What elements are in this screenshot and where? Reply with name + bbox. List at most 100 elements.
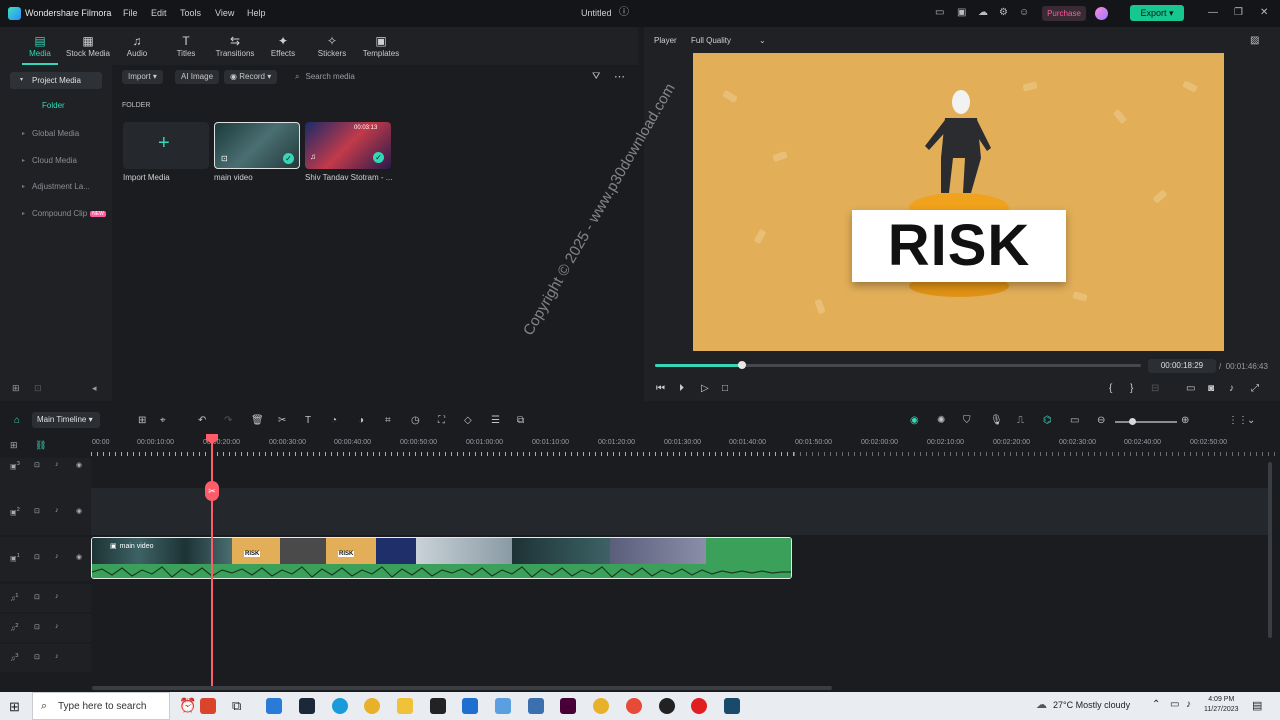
video-preview[interactable]: RISK <box>693 53 1224 351</box>
sidebar-item-cloud-media[interactable]: Cloud Media <box>32 156 77 165</box>
mark-in-icon[interactable]: { <box>1109 383 1112 394</box>
select-tool-icon[interactable]: ⌖ <box>160 415 166 426</box>
play-reverse-icon[interactable]: ⏵ <box>679 383 684 394</box>
snapshot-view-icon[interactable]: ▨ <box>1250 35 1259 46</box>
settings-icon[interactable]: ⚙ <box>999 7 1011 19</box>
store-app-icon[interactable] <box>462 698 478 714</box>
import-media-tile[interactable]: + <box>123 122 209 169</box>
menu-help[interactable]: Help <box>247 8 266 18</box>
steam-app-icon[interactable] <box>299 698 315 714</box>
network-app-icon[interactable] <box>528 698 544 714</box>
display-icon[interactable]: ▭ <box>1186 383 1195 394</box>
mute-icon[interactable]: ♪ <box>55 461 59 468</box>
sidebar-item-folder[interactable]: Folder <box>42 101 65 110</box>
quality-dropdown[interactable]: Full Quality ⌄ <box>691 36 766 45</box>
edge-app-icon[interactable] <box>332 698 348 714</box>
caption-icon[interactable]: ▭ <box>1070 415 1079 426</box>
split-icon[interactable]: ✂ <box>278 415 286 426</box>
minimize-icon[interactable]: — <box>1208 7 1218 18</box>
import-button[interactable]: Import ▾ <box>122 70 163 84</box>
mute-icon[interactable]: ♪ <box>55 507 59 514</box>
chevron-down-icon[interactable]: ⌄ <box>1247 415 1255 426</box>
network-icon[interactable]: ▭ <box>1170 699 1179 710</box>
chrome-profile-icon[interactable] <box>593 698 609 714</box>
fit-icon[interactable]: ⛶ <box>438 415 445 426</box>
timeline-clip-main-video[interactable]: RISK RISK ▣ main video <box>91 537 792 579</box>
taskbar-search-input[interactable]: ⌕ Type here to search <box>32 692 170 720</box>
chrome-profile-2-icon[interactable] <box>626 698 642 714</box>
video-track-2-lane[interactable] <box>91 488 1268 535</box>
sidebar-item-global-media[interactable]: Global Media <box>32 129 79 138</box>
menu-file[interactable]: File <box>123 8 138 18</box>
close-icon[interactable]: ✕ <box>1260 7 1268 18</box>
sidebar-item-project-media[interactable]: ▾ Project Media <box>10 72 102 89</box>
link-icon[interactable]: ⛓ <box>35 440 46 451</box>
text-icon[interactable]: T <box>305 415 311 426</box>
lock-icon[interactable]: ⊡ <box>34 507 40 515</box>
add-folder-icon[interactable]: ⊡ <box>34 383 42 394</box>
save-icon[interactable]: ▣ <box>957 7 969 19</box>
app-icon[interactable] <box>659 698 675 714</box>
audio-mix-icon[interactable]: ⎍ <box>1017 415 1024 426</box>
notepad-app-icon[interactable] <box>495 698 511 714</box>
mark-out-icon[interactable]: } <box>1130 383 1133 394</box>
taskbar-clock[interactable]: 4:09 PM 11/27/2023 <box>1204 695 1239 715</box>
layout-icon[interactable]: ▭ <box>935 7 947 19</box>
epic-games-icon[interactable] <box>430 698 446 714</box>
windows-start-icon[interactable]: ⊞ <box>9 699 20 715</box>
tab-stock-media[interactable]: ▦ Stock Media <box>64 33 112 58</box>
feedback-icon[interactable]: ☺ <box>1019 7 1031 19</box>
menu-view[interactable]: View <box>215 8 234 18</box>
mail-app-icon[interactable] <box>266 698 282 714</box>
menu-tools[interactable]: Tools <box>180 8 201 18</box>
filmora-taskbar-icon[interactable] <box>724 698 740 714</box>
more-tools-icon[interactable]: ⧉ <box>517 415 524 426</box>
sidebar-item-adjustment-layer[interactable]: Adjustment La... <box>32 182 90 191</box>
tab-titles[interactable]: T Titles <box>162 33 210 58</box>
eye-icon[interactable]: ◉ <box>76 553 82 561</box>
volume-icon[interactable]: ♪ <box>1229 383 1234 394</box>
new-folder-icon[interactable]: ⊞ <box>12 383 20 394</box>
magnet-icon[interactable]: ⌬ <box>1043 415 1052 426</box>
zoom-out-icon[interactable]: ⊖ <box>1097 415 1105 426</box>
maximize-icon[interactable]: ❐ <box>1234 7 1243 18</box>
recorder-app-icon[interactable] <box>691 698 707 714</box>
playhead[interactable] <box>211 434 213 690</box>
render-icon[interactable]: ◉ <box>910 415 919 426</box>
home-icon[interactable]: ⌂ <box>14 415 20 426</box>
sidebar-item-compound-clip[interactable]: Compound Clip NEW <box>32 209 106 218</box>
zoom-slider-handle[interactable] <box>1129 418 1136 425</box>
gift-app-icon[interactable] <box>200 698 216 714</box>
info-icon[interactable]: ⓘ <box>619 7 631 19</box>
speed-icon[interactable]: ◔ <box>331 415 337 426</box>
mute-icon[interactable]: ♪ <box>55 553 59 560</box>
collapse-sidebar-icon[interactable]: ◂ <box>92 383 97 394</box>
menu-edit[interactable]: Edit <box>151 8 167 18</box>
keyframe-icon[interactable]: ◇ <box>464 415 472 426</box>
purchase-button[interactable]: Purchase <box>1042 6 1086 21</box>
media-thumb-main-video[interactable]: ⊡ ✓ <box>214 122 300 169</box>
eye-icon[interactable]: ◉ <box>76 507 82 515</box>
tab-stickers[interactable]: ✧ Stickers <box>308 33 356 58</box>
tab-transitions[interactable]: ⇆ Transitions <box>211 33 259 58</box>
adjust-icon[interactable]: ☰ <box>491 415 500 426</box>
mute-icon[interactable]: ♪ <box>55 623 59 630</box>
cloud-icon[interactable]: ☁ <box>978 7 990 19</box>
prev-frame-icon[interactable]: ⏮ <box>656 383 665 394</box>
fullscreen-icon[interactable]: ⤢ <box>1251 383 1259 394</box>
volume-icon[interactable]: ♪ <box>1186 699 1191 710</box>
timeline-ruler[interactable]: 00:00 00:00:10:00 00:00:20:00 00:00:30:0… <box>91 434 1280 458</box>
add-track-icon[interactable]: ⊞ <box>10 440 18 451</box>
file-explorer-icon[interactable] <box>397 698 413 714</box>
adobe-xd-icon[interactable] <box>560 698 576 714</box>
mic-icon[interactable]: 🎙 <box>990 415 1003 426</box>
lock-icon[interactable]: ⊡ <box>34 553 40 561</box>
media-thumb-shiv-tandav[interactable]: 00:03:13 ♫ ✓ <box>305 122 391 169</box>
ai-image-button[interactable]: AI Image <box>175 70 220 84</box>
avatar[interactable] <box>1095 7 1108 20</box>
play-icon[interactable]: ▷ <box>701 383 709 394</box>
redo-icon[interactable]: ↷ <box>224 415 232 426</box>
main-timeline-dropdown[interactable]: Main Timeline ▾ <box>32 412 100 428</box>
clock-app-icon[interactable]: ⏰ <box>179 697 196 714</box>
timeline-vertical-scrollbar[interactable] <box>1268 462 1272 638</box>
